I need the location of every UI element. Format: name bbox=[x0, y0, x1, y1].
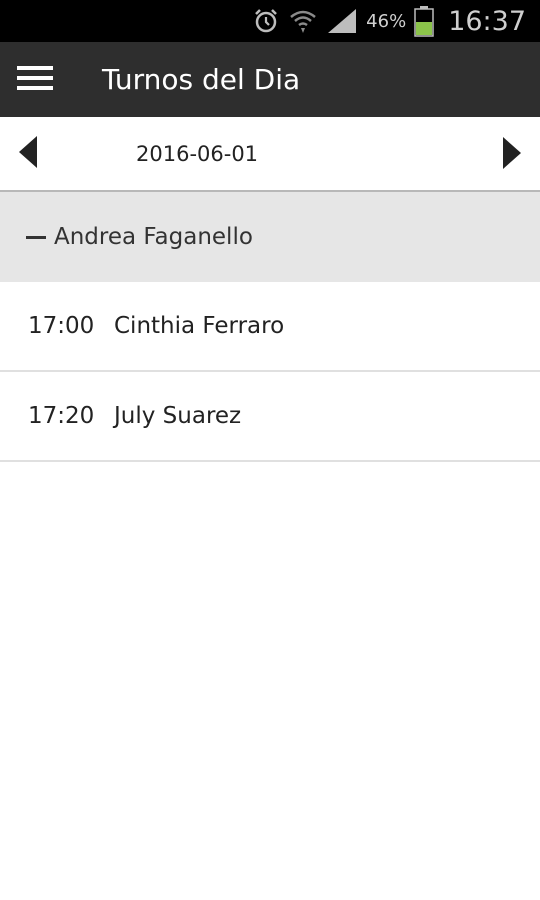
alarm-icon bbox=[252, 7, 280, 35]
arrow-left-icon bbox=[17, 135, 39, 173]
collapse-icon bbox=[26, 235, 46, 239]
patient-name: July Suarez bbox=[114, 403, 242, 429]
battery-percentage: 46% bbox=[366, 10, 407, 32]
next-day-button[interactable] bbox=[484, 117, 540, 192]
page-title: Turnos del Dia bbox=[102, 63, 301, 96]
signal-icon bbox=[326, 7, 358, 35]
appointment-time: 17:00 bbox=[28, 313, 95, 339]
status-clock: 16:37 bbox=[448, 5, 526, 37]
battery-icon bbox=[414, 5, 434, 37]
current-date: 2016-06-01 bbox=[136, 142, 259, 166]
action-bar: Turnos del Dia bbox=[0, 42, 540, 117]
status-bar: 46% 16:37 bbox=[0, 0, 540, 42]
arrow-right-icon bbox=[501, 136, 523, 174]
previous-day-button[interactable] bbox=[0, 116, 56, 191]
patient-name: Cinthia Ferraro bbox=[114, 313, 285, 339]
hamburger-menu-icon bbox=[17, 64, 53, 96]
professional-group-header[interactable]: Andrea Faganello bbox=[0, 192, 540, 282]
appointment-row[interactable]: 17:20 July Suarez bbox=[0, 372, 540, 462]
wifi-icon bbox=[288, 7, 318, 35]
professional-name: Andrea Faganello bbox=[54, 224, 253, 250]
date-navigator: 2016-06-01 bbox=[0, 117, 540, 192]
appointment-time: 17:20 bbox=[28, 403, 95, 429]
menu-button[interactable] bbox=[0, 42, 70, 117]
appointment-row[interactable]: 17:00 Cinthia Ferraro bbox=[0, 282, 540, 372]
